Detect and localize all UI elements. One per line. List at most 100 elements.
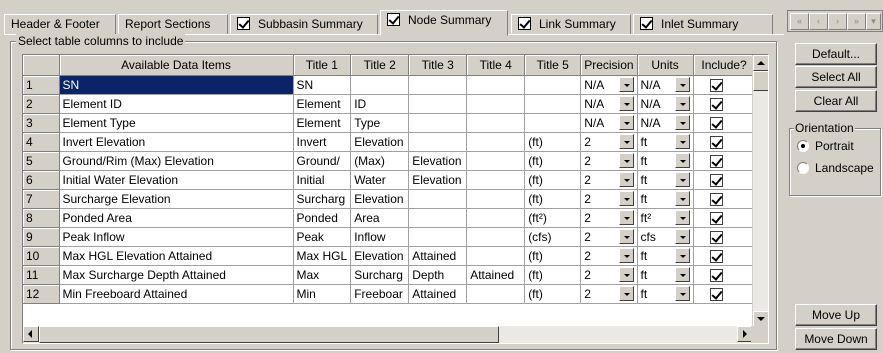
last-page-icon[interactable]: » [847,13,866,30]
data-item-name[interactable]: Element ID [59,94,294,114]
vertical-scroll-thumb[interactable] [753,71,768,91]
dropdown-arrow-icon[interactable] [674,172,690,187]
precision-cell[interactable]: 2 [580,246,638,266]
data-item-name[interactable]: Initial Water Elevation [59,170,294,190]
include-cell[interactable] [693,284,756,304]
title-cell-t3[interactable] [408,113,468,133]
title-cell-t2[interactable]: Surcharg [350,265,410,285]
tab-checkbox[interactable] [518,17,531,30]
title-cell-t3[interactable] [408,94,468,114]
include-checkbox[interactable] [709,211,723,225]
title-cell-t1[interactable]: Max [293,265,352,285]
data-item-name[interactable]: Invert Elevation [59,132,294,152]
title-cell-t2[interactable]: Elevation [350,246,410,266]
header-title-3[interactable]: Title 3 [408,55,468,76]
title-cell-t5[interactable]: (ft) [524,189,582,209]
title-cell-t5[interactable]: (ft) [524,151,582,171]
title-cell-t2[interactable]: Elevation [350,132,410,152]
title-cell-t4[interactable] [466,151,526,171]
title-cell-t1[interactable]: Ponded [293,208,352,228]
units-cell[interactable]: ft [637,265,694,285]
title-cell-t3[interactable] [408,132,468,152]
scroll-up-icon[interactable] [753,55,768,71]
units-cell[interactable]: ft² [637,208,694,228]
scroll-down-icon[interactable] [753,311,768,327]
title-cell-t5[interactable]: (cfs) [524,227,582,247]
data-item-name[interactable]: Max HGL Elevation Attained [59,246,294,266]
title-cell-t4[interactable] [466,189,526,209]
title-cell-t2[interactable]: Area [350,208,410,228]
title-cell-t2[interactable]: ID [350,94,410,114]
title-cell-t3[interactable]: Attained [408,284,468,304]
tab-node-summary[interactable]: Node Summary [380,10,508,36]
tab-report-sections[interactable]: Report Sections [118,14,228,35]
tab-checkbox[interactable] [387,13,400,26]
dropdown-arrow-icon[interactable] [618,191,634,206]
default-button[interactable]: Default... [795,43,877,65]
include-cell[interactable] [693,132,756,152]
select-all-button[interactable]: Select All [795,66,877,88]
scroll-left-icon[interactable] [23,326,39,342]
include-checkbox[interactable] [709,249,723,263]
radio-landscape[interactable]: Landscape [797,161,874,175]
precision-cell[interactable]: 2 [580,189,638,209]
table-row[interactable]: 5 Ground/Rim (Max) Elevation Ground/(Max) E… [23,151,756,171]
tab-subbasin-summary[interactable]: Subbasin Summary [230,14,378,35]
tab-inlet-summary[interactable]: Inlet Summary [633,14,773,35]
horizontal-scroll-thumb[interactable] [39,326,499,343]
dropdown-arrow-icon[interactable] [674,191,690,206]
table-row[interactable]: 11 Max Surcharge Depth Attained Max Surchar… [23,265,756,285]
header-available-items[interactable]: Available Data Items [59,55,294,76]
dropdown-arrow-icon[interactable] [618,210,634,225]
include-checkbox[interactable] [709,230,723,244]
title-cell-t2[interactable]: Type [350,113,410,133]
header-title-4[interactable]: Title 4 [466,55,526,76]
dropdown-arrow-icon[interactable] [618,96,634,111]
title-cell-t2[interactable]: Water [350,170,410,190]
header-title-5[interactable]: Title 5 [524,55,582,76]
dropdown-arrow-icon[interactable] [674,115,690,130]
dropdown-arrow-icon[interactable] [674,153,690,168]
title-cell-t5[interactable] [524,75,582,95]
title-cell-t5[interactable]: (ft) [524,170,582,190]
data-item-name[interactable]: Min Freeboard Attained [59,284,294,304]
table-row[interactable]: 8 Ponded Area Ponded Area (ft²) 2 ft² [23,208,756,228]
include-checkbox[interactable] [709,173,723,187]
title-cell-t2[interactable]: (Max) [350,151,410,171]
units-cell[interactable]: ft [637,246,694,266]
dropdown-arrow-icon[interactable] [618,134,634,149]
horizontal-scrollbar[interactable] [23,326,753,343]
data-item-name[interactable]: Max Surcharge Depth Attained [59,265,294,285]
precision-cell[interactable]: 2 [580,227,638,247]
title-cell-t3[interactable]: Elevation [408,170,468,190]
include-checkbox[interactable] [709,192,723,206]
title-cell-t4[interactable] [466,94,526,114]
include-checkbox[interactable] [709,116,723,130]
table-row[interactable]: 9 Peak Inflow Peak Inflow (cfs) 2 cfs [23,227,756,247]
include-cell[interactable] [693,151,756,171]
dropdown-arrow-icon[interactable] [618,172,634,187]
precision-cell[interactable]: N/A [580,113,638,133]
title-cell-t1[interactable]: Element [293,113,352,133]
title-cell-t3[interactable] [408,189,468,209]
units-cell[interactable]: N/A [637,113,694,133]
units-cell[interactable]: N/A [637,75,694,95]
title-cell-t4[interactable] [466,132,526,152]
dropdown-arrow-icon[interactable] [674,248,690,263]
header-precision[interactable]: Precision [580,55,638,76]
include-checkbox[interactable] [709,97,723,111]
dropdown-arrow-icon[interactable] [674,210,690,225]
data-item-name[interactable]: Peak Inflow [59,227,294,247]
table-row[interactable]: 7 Surcharge Elevation Surcharg Elevation (ft… [23,189,756,209]
header-title-1[interactable]: Title 1 [293,55,352,76]
units-cell[interactable]: ft [637,170,694,190]
include-checkbox[interactable] [709,154,723,168]
table-row[interactable]: 6 Initial Water Elevation Initial Water Elev… [23,170,756,190]
include-cell[interactable] [693,208,756,228]
title-cell-t4[interactable] [466,170,526,190]
tab-checkbox[interactable] [640,17,653,30]
include-checkbox[interactable] [709,268,723,282]
include-checkbox[interactable] [709,135,723,149]
precision-cell[interactable]: 2 [580,265,638,285]
title-cell-t3[interactable] [408,227,468,247]
